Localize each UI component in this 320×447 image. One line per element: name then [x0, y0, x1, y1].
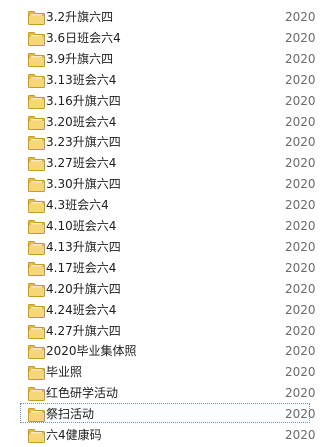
file-date: 2020: [285, 323, 316, 338]
file-name: 4.13升旗六四: [46, 239, 121, 254]
file-row[interactable]: 3.13班会六4 2020: [20, 69, 316, 89]
file-name: 3.27班会六4: [46, 156, 117, 171]
file-name: 4.10班会六4: [46, 219, 117, 233]
file-row[interactable]: 4.10班会六4 2020: [20, 215, 316, 235]
folder-icon: [28, 303, 45, 318]
file-row[interactable]: 3.20班会六4 2020: [20, 111, 316, 131]
file-date: 2020: [285, 344, 316, 359]
file-name: 红色研学活动: [46, 386, 119, 401]
folder-icon: [28, 428, 45, 443]
folder-icon: [28, 156, 45, 172]
file-name: 祭扫活动: [46, 407, 95, 422]
file-row[interactable]: 六4健康码 2020: [20, 424, 316, 444]
folder-icon: [28, 240, 45, 255]
file-row[interactable]: 3.27班会六4 2020: [20, 152, 316, 172]
file-name: 六4健康码: [46, 428, 102, 442]
file-name: 3.23升旗六四: [46, 135, 121, 150]
file-date: 2020: [285, 135, 316, 150]
file-date: 2020: [285, 281, 316, 296]
file-date: 2020: [285, 10, 316, 24]
file-name: 2020毕业集体照: [46, 344, 137, 359]
file-row[interactable]: 红色研学活动 2020: [20, 382, 316, 402]
file-row[interactable]: 3.30升旗六四 2020: [20, 173, 316, 193]
file-name: 3.2升旗六四: [46, 10, 114, 24]
file-date: 2020: [285, 177, 316, 192]
file-date: 2020: [285, 386, 316, 401]
file-row[interactable]: 3.9升旗六四 2020: [20, 48, 316, 68]
folder-icon: [28, 365, 45, 381]
file-date: 2020: [285, 407, 316, 422]
file-date: 2020: [285, 260, 316, 275]
folder-icon: [28, 219, 45, 234]
file-row[interactable]: 3.16升旗六四 2020: [20, 90, 316, 110]
file-name: 3.30升旗六四: [46, 177, 121, 192]
file-row[interactable]: 4.20升旗六四 2020: [20, 278, 316, 298]
file-row[interactable]: 祭扫活动 2020: [20, 403, 316, 424]
folder-icon: [28, 135, 45, 151]
file-date: 2020: [285, 239, 316, 254]
folder-icon: [28, 282, 45, 297]
folder-icon: [28, 344, 45, 360]
folder-icon: [28, 177, 45, 193]
file-row[interactable]: 毕业照 2020: [20, 361, 316, 381]
file-date: 2020: [285, 156, 316, 171]
file-name: 4.24班会六4: [46, 302, 117, 317]
file-date: 2020: [285, 93, 316, 108]
file-row[interactable]: 4.13升旗六四 2020: [20, 236, 316, 256]
file-date: 2020: [285, 72, 316, 87]
file-date: 2020: [285, 428, 316, 442]
file-date: 2020: [285, 365, 316, 380]
file-row[interactable]: 4.27升旗六四 2020: [20, 320, 316, 340]
file-row[interactable]: 2020毕业集体照 2020: [20, 340, 316, 360]
file-name: 4.17班会六4: [46, 260, 117, 275]
file-name: 4.20升旗六四: [46, 281, 121, 296]
file-row[interactable]: 3.2升旗六四 2020: [20, 6, 316, 26]
folder-icon: [28, 31, 45, 46]
file-row[interactable]: 4.3班会六4 2020: [20, 194, 316, 214]
file-date: 2020: [285, 30, 316, 45]
file-row[interactable]: 3.23升旗六四 2020: [20, 131, 316, 151]
folder-icon: [28, 386, 45, 402]
folder-icon: [28, 261, 45, 276]
file-row[interactable]: 4.17班会六4 2020: [20, 257, 316, 277]
file-name: 3.9升旗六四: [46, 51, 114, 66]
file-date: 2020: [285, 302, 316, 317]
file-name: 4.27升旗六四: [46, 323, 121, 338]
file-date: 2020: [285, 51, 316, 66]
file-name: 3.20班会六4: [46, 114, 117, 129]
folder-icon: [28, 198, 45, 214]
folder-icon: [28, 407, 45, 423]
file-date: 2020: [285, 114, 316, 129]
file-name: 3.6日班会六4: [46, 30, 121, 45]
file-name: 3.16升旗六四: [46, 93, 121, 108]
file-name: 毕业照: [46, 365, 83, 380]
folder-icon: [28, 115, 45, 130]
folder-icon: [28, 52, 45, 67]
file-row[interactable]: 3.6日班会六4 2020: [20, 27, 316, 47]
file-list: 3.2升旗六四 2020 3.6日班会六4 2020 3.9升旗六四 2020 3.13班会…: [0, 0, 316, 447]
folder-icon: [28, 94, 45, 109]
folder-icon: [28, 73, 45, 88]
file-date: 2020: [285, 198, 316, 213]
file-name: 3.13班会六4: [46, 72, 117, 87]
file-date: 2020: [285, 219, 316, 233]
folder-icon: [28, 10, 45, 25]
file-name: 4.3班会六4: [46, 198, 109, 213]
file-row[interactable]: 4.24班会六4 2020: [20, 299, 316, 319]
folder-icon: [28, 324, 45, 339]
